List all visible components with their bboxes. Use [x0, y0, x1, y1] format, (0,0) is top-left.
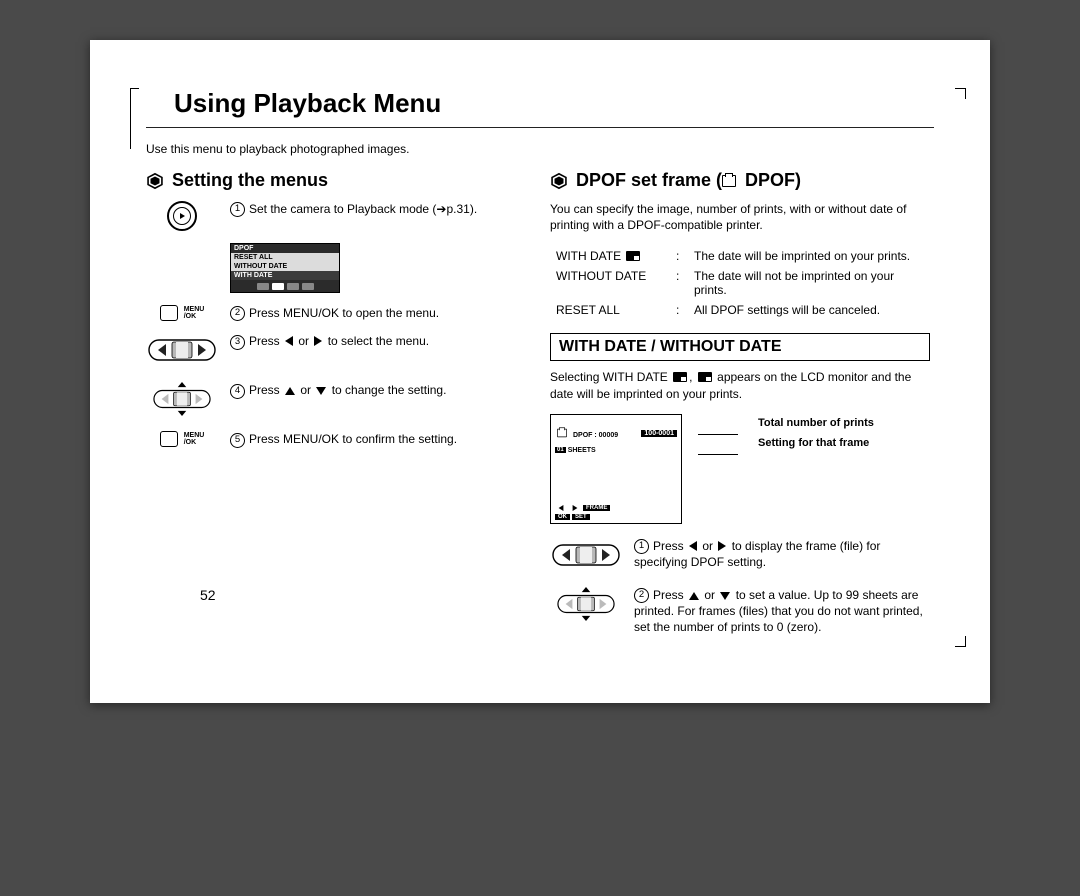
table-row: WITHOUT DATE : The date will not be impr…: [552, 267, 928, 299]
section-heading-text: Setting the menus: [172, 170, 328, 191]
two-column-layout: Setting the menus 1Set the camera to Pla…: [146, 170, 934, 647]
controller-icon-horizontal: [146, 333, 218, 370]
hexagon-icon: [146, 172, 164, 190]
right-arrow-icon: [718, 541, 726, 551]
step-4-row: 4Press or to change the setting.: [146, 382, 526, 419]
dpof-step-2-row: 2Press or to set a value. Up to 99 sheet…: [550, 587, 930, 636]
step-2-text: 2Press MENU/OK to open the menu.: [230, 305, 526, 321]
lcd-tabs: [231, 280, 339, 292]
step-2-row: MENU /OK 2Press MENU/OK to open the menu…: [146, 305, 526, 321]
down-arrow-icon: [720, 592, 730, 600]
dpof-step-2-text: 2Press or to set a value. Up to 99 sheet…: [634, 587, 930, 636]
controller-icon-vertical: [146, 382, 218, 419]
step-1-text: 1Set the camera to Playback mode (➔p.31)…: [230, 201, 526, 217]
lcd-menu-illustration: DPOF RESET ALL WITHOUT DATE WITH DATE: [230, 243, 340, 293]
callout-connector-lines: [702, 414, 738, 524]
right-column: DPOF set frame ( DPOF) You can specify t…: [550, 170, 930, 647]
file-number-badge: 100-0001: [641, 430, 677, 437]
table-row: WITH DATE : The date will be imprinted o…: [552, 247, 928, 265]
up-arrow-icon: [689, 592, 699, 600]
page-title: Using Playback Menu: [146, 88, 934, 128]
left-column: Setting the menus 1Set the camera to Pla…: [146, 170, 526, 647]
menu-ok-button-icon: MENU /OK: [160, 305, 205, 321]
playback-dial-icon: [167, 201, 197, 231]
step-4-text: 4Press or to change the setting.: [230, 382, 526, 398]
lcd-menu-row: DPOF RESET ALL WITHOUT DATE WITH DATE: [146, 243, 526, 293]
step-5-text: 5Press MENU/OK to confirm the setting.: [230, 431, 526, 447]
table-row: RESET ALL : All DPOF settings will be ca…: [552, 301, 928, 319]
lcd-item-withdate-selected: WITH DATE: [231, 271, 339, 280]
dpof-options-table: WITH DATE : The date will be imprinted o…: [550, 245, 930, 321]
sheets-count: 01 SHEETS: [555, 447, 681, 454]
callout-captions: Total number of prints Setting for that …: [758, 414, 874, 454]
intro-text: Use this menu to playback photographed i…: [146, 142, 934, 156]
right-arrow-icon: [314, 336, 322, 346]
menu-ok-button-icon: MENU /OK: [160, 431, 205, 447]
lcd-item-withoutdate: WITHOUT DATE: [231, 262, 339, 271]
crop-mark-br: [955, 636, 966, 647]
lcd-body: RESET ALL WITHOUT DATE WITH DATE: [231, 253, 339, 280]
dpof-step-1-text: 1Press or to display the frame (file) fo…: [634, 538, 930, 571]
section-heading-text: DPOF set frame ( DPOF): [576, 170, 801, 191]
page-number: 52: [200, 587, 216, 603]
controller-icon-vertical: [550, 587, 622, 624]
date-icon: [626, 251, 640, 261]
left-arrow-icon: [285, 336, 293, 346]
tab-diecut-mark: [130, 88, 139, 149]
down-arrow-icon: [316, 387, 326, 395]
dpof-intro: You can specify the image, number of pri…: [550, 201, 930, 233]
caption-total: Total number of prints: [758, 414, 874, 434]
section-heading-dpof: DPOF set frame ( DPOF): [550, 170, 930, 191]
hexagon-icon: [550, 172, 568, 190]
up-arrow-icon: [285, 387, 295, 395]
date-icon: [673, 372, 687, 382]
step-3-text: 3Press or to select the menu.: [230, 333, 526, 349]
lcd-head: DPOF: [231, 244, 339, 253]
date-icon: [698, 372, 712, 382]
dpof-lcd-row: 100-0001 DPOF : 00009 01 SHEETS FRAME OK…: [550, 414, 930, 524]
dpof-step-1-row: 1Press or to display the frame (file) fo…: [550, 538, 930, 575]
left-arrow-icon: [689, 541, 697, 551]
print-icon: [722, 175, 736, 187]
controller-icon-horizontal: [550, 538, 622, 575]
lcd-item-reset: RESET ALL: [231, 253, 339, 262]
step-5-row: MENU /OK 5Press MENU/OK to confirm the s…: [146, 431, 526, 447]
caption-setting: Setting for that frame: [758, 434, 874, 454]
crop-mark-tr: [955, 88, 966, 99]
section-heading-menus: Setting the menus: [146, 170, 526, 191]
dpof-lcd-illustration: 100-0001 DPOF : 00009 01 SHEETS FRAME OK…: [550, 414, 682, 524]
withdate-boxed-heading: WITH DATE / WITHOUT DATE: [550, 333, 930, 361]
step-1-row: 1Set the camera to Playback mode (➔p.31)…: [146, 201, 526, 231]
step-3-row: 3Press or to select the menu.: [146, 333, 526, 370]
withdate-subtext: Selecting WITH DATE , appears on the LCD…: [550, 369, 930, 401]
manual-page: Using Playback Menu Use this menu to pla…: [90, 40, 990, 703]
